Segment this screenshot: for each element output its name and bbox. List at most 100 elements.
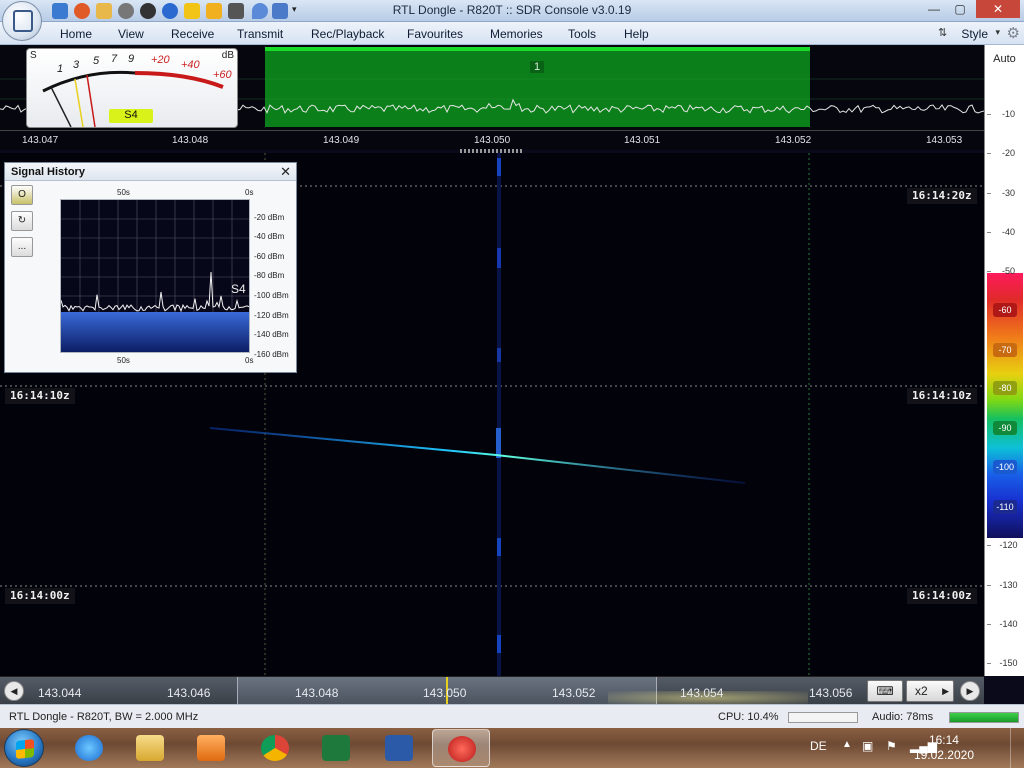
keyboard-button[interactable]: ⌨ [867,680,903,702]
menu-help[interactable]: Help [624,27,649,41]
y-axis-label: -80 dBm [254,271,285,280]
menu-view[interactable]: View [118,27,144,41]
y-axis-label: -140 dBm [254,330,289,339]
waterfall-colorbar[interactable]: -60 -70 -80 -90 -100 -110 [987,273,1023,538]
menu-memories[interactable]: Memories [490,27,543,41]
lock-icon[interactable] [206,3,222,19]
settings-gear-icon[interactable]: ⚙ [1007,24,1020,42]
waterfall-timestamp: 16:14:20z [907,188,977,204]
waterfall-timestamp: 16:14:10z [5,388,75,404]
time-label: 0s [245,188,254,197]
waterfall-timestamp: 16:14:10z [907,388,977,404]
taskbar-explorer[interactable] [121,729,179,767]
audio-progress [949,712,1019,723]
device-status: RTL Dongle - R820T, BW = 2.000 MHz [9,711,199,723]
s-scale-1: 1 [57,63,64,75]
start-button[interactable] [4,729,44,767]
internet-explorer-icon [75,735,103,761]
keyboard-icon: ⌨ [876,684,894,698]
style-dropdown-icon[interactable]: ▾ [995,27,1000,38]
undo-icon[interactable] [272,3,288,19]
more-options-button[interactable]: ... [11,237,33,257]
help-ring-icon[interactable] [74,3,90,19]
menu-favourites[interactable]: Favourites [407,27,463,41]
menu-transmit[interactable]: Transmit [237,27,283,41]
sdr-console-window: { "window": { "title": "RTL Dongle - R82… [0,0,1024,768]
chrome-icon [261,735,289,761]
s-scale-9: 9 [128,53,135,65]
level-tick: -140 [987,619,1024,629]
tray-expand-icon[interactable]: ▲ [842,739,852,750]
show-desktop-button[interactable] [1010,728,1024,768]
nav-freq-label: 143.056 [809,686,853,700]
taskbar-ie[interactable] [60,729,118,767]
nav-freq-label: 143.054 [680,686,724,700]
windows-taskbar: DE ▲ ▣ ⚑ ▂▄▆ 16:14 19.02.2020 [0,728,1024,768]
star-icon[interactable] [184,3,200,19]
style-menu[interactable]: Style [961,27,988,41]
nav-freq-label: 143.048 [295,686,339,700]
app-menu-button[interactable] [2,1,42,41]
minimize-button[interactable]: — [920,0,948,18]
waterfall-timestamp: 16:14:00z [5,588,75,604]
s-meter: S dB 1 3 5 7 9 +20 +40 +60 S4 [26,48,238,128]
s-scale-7: 7 [111,53,118,65]
close-button[interactable]: ✕ [976,0,1020,18]
audio-status: Audio: 78ms [872,711,934,723]
close-icon[interactable]: ✕ [280,164,291,180]
language-indicator[interactable]: DE [810,739,827,753]
signal-history-header[interactable]: Signal History ✕ [5,163,296,181]
cpu-status: CPU: 10.4% [718,711,779,723]
scroll-right-icon[interactable]: ▶ [960,681,980,701]
y-axis-label: -40 dBm [254,232,285,241]
level-tick: -30 [987,188,1024,198]
frequency-navigator[interactable]: ◀ 143.044 143.046 143.048 143.050 143.05… [0,676,984,705]
record-button[interactable]: O [11,185,33,205]
maximize-button[interactable]: ▢ [946,0,974,18]
taskbar-word[interactable] [370,729,428,767]
signal-history-panel[interactable]: Signal History ✕ O ↻ ... 50s 0s S4 -20 d… [4,162,297,373]
reset-button[interactable]: ↻ [11,211,33,231]
level-scale[interactable]: Auto -60 -70 -80 -90 -100 -110 -10 -20 -… [984,45,1024,676]
s-scale-3: 3 [73,59,80,71]
home-icon[interactable] [52,3,68,19]
add-icon[interactable] [162,3,178,19]
menu-recplayback[interactable]: Rec/Playback [311,27,384,41]
menu-tools[interactable]: Tools [568,27,596,41]
updown-icon[interactable]: ⇅ [938,26,947,39]
signal-history-plot: S4 [60,199,250,353]
spectrum-frequency-scale[interactable]: 143.047 143.048 143.049 143.050 143.051 … [0,130,984,150]
qa-dropdown-icon[interactable]: ▾ [292,4,297,15]
flag-tray-icon[interactable]: ⚑ [886,739,897,753]
stop-icon[interactable] [140,3,156,19]
device-tray-icon[interactable]: ▣ [862,739,873,753]
status-bar: RTL Dongle - R820T, BW = 2.000 MHz CPU: … [0,704,1024,728]
signal-history-s-reading: S4 [231,282,246,296]
level-tick: -150 [987,658,1024,668]
colorbar-label: -80 [993,381,1017,395]
y-axis-label: -160 dBm [254,350,289,359]
drop-icon[interactable] [252,3,268,19]
s-scale-plus60: +60 [213,69,232,81]
auto-level-button[interactable]: Auto [985,53,1024,65]
freq-tick: 143.047 [22,135,59,146]
sdr-console-icon [448,736,476,762]
taskbar-sdr-console[interactable] [432,729,490,767]
camera-icon[interactable] [228,3,244,19]
play-icon[interactable] [118,3,134,19]
taskbar-chrome[interactable] [246,729,304,767]
taskbar-media[interactable] [182,729,240,767]
menu-home[interactable]: Home [60,27,92,41]
cpu-progress [788,712,858,723]
level-tick: -50 [987,266,1024,276]
freq-tick: 143.052 [775,135,812,146]
freq-tick: 143.051 [624,135,661,146]
system-clock[interactable]: 16:14 19.02.2020 [914,733,974,763]
menu-receive[interactable]: Receive [171,27,214,41]
taskbar-excel[interactable] [307,729,365,767]
y-axis-label: -60 dBm [254,252,285,261]
scroll-left-icon[interactable]: ◀ [4,681,24,701]
zoom-button[interactable]: x2 ▶ [906,680,954,702]
excel-icon [322,735,350,761]
folder-icon[interactable] [96,3,112,19]
